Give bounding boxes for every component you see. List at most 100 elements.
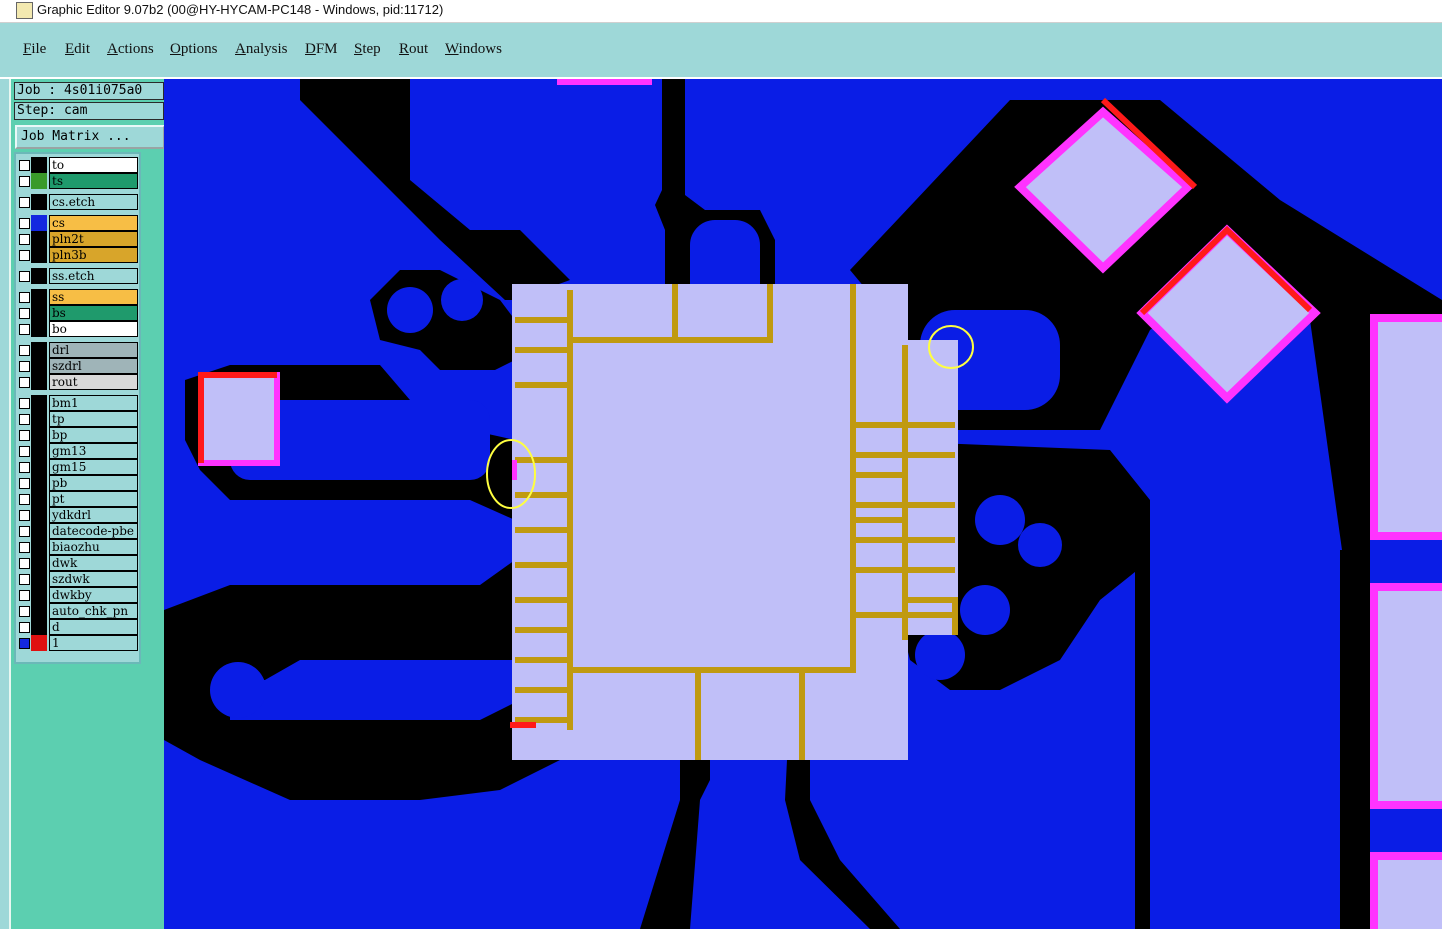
layer-checkbox[interactable] — [19, 218, 30, 229]
layer-checkbox[interactable] — [19, 160, 30, 171]
layer-checkbox[interactable] — [19, 494, 30, 505]
layer-name[interactable]: bp — [49, 427, 138, 443]
layer-row[interactable]: bo — [16, 321, 138, 337]
layer-name[interactable]: gm13 — [49, 443, 138, 459]
layer-checkbox[interactable] — [19, 345, 30, 356]
layer-name[interactable]: rout — [49, 374, 138, 390]
layer-row[interactable]: drl — [16, 342, 138, 358]
layer-checkbox[interactable] — [19, 510, 30, 521]
layer-name[interactable]: d — [49, 619, 138, 635]
layer-row[interactable]: gm15 — [16, 459, 138, 475]
layer-name[interactable]: cs.etch — [49, 194, 138, 210]
layer-checkbox[interactable] — [19, 542, 30, 553]
menu-step[interactable]: Step — [354, 41, 381, 58]
layer-row[interactable]: tp — [16, 411, 138, 427]
layer-row[interactable]: dwk — [16, 555, 138, 571]
layer-name[interactable]: bs — [49, 305, 138, 321]
layer-name[interactable]: szdrl — [49, 358, 138, 374]
layer-name[interactable]: pln3b — [49, 247, 138, 263]
layer-row[interactable]: ts — [16, 173, 138, 189]
layer-name[interactable]: cs — [49, 215, 138, 231]
layer-row[interactable]: datecode-pbe — [16, 523, 138, 539]
layer-row[interactable]: cs — [16, 215, 138, 231]
layer-name[interactable]: pt — [49, 491, 138, 507]
layer-checkbox[interactable] — [19, 462, 30, 473]
layer-checkbox[interactable] — [19, 292, 30, 303]
menu-analysis[interactable]: Analysis — [235, 41, 288, 58]
layer-checkbox[interactable] — [19, 398, 30, 409]
layer-color-swatch — [31, 539, 47, 555]
layer-name[interactable]: ydkdrl — [49, 507, 138, 523]
layer-row[interactable]: dwkby — [16, 587, 138, 603]
layer-checkbox[interactable] — [19, 197, 30, 208]
layer-checkbox[interactable] — [19, 250, 30, 261]
layer-name[interactable]: tp — [49, 411, 138, 427]
layer-row[interactable]: bm1 — [16, 395, 138, 411]
layer-checkbox[interactable] — [19, 622, 30, 633]
layer-checkbox[interactable] — [19, 590, 30, 601]
layer-row[interactable]: ss — [16, 289, 138, 305]
layer-row[interactable]: 1 — [16, 635, 138, 651]
layer-checkbox[interactable] — [19, 308, 30, 319]
layer-row[interactable]: to — [16, 157, 138, 173]
layer-checkbox[interactable] — [19, 606, 30, 617]
layer-name[interactable]: biaozhu — [49, 539, 138, 555]
layer-checkbox[interactable] — [19, 526, 30, 537]
graphic-canvas[interactable] — [164, 79, 1442, 929]
layer-row[interactable]: d — [16, 619, 138, 635]
layer-row[interactable]: cs.etch — [16, 194, 138, 210]
menu-file[interactable]: File — [23, 41, 46, 58]
layer-checkbox[interactable] — [19, 324, 30, 335]
layer-name[interactable]: bm1 — [49, 395, 138, 411]
layer-row[interactable]: bp — [16, 427, 138, 443]
layer-checkbox[interactable] — [19, 234, 30, 245]
layer-name[interactable]: szdwk — [49, 571, 138, 587]
layer-checkbox[interactable] — [19, 430, 30, 441]
layer-name[interactable]: ts — [49, 173, 138, 189]
layer-row[interactable]: pb — [16, 475, 138, 491]
layer-row[interactable]: pln2t — [16, 231, 138, 247]
layer-checkbox[interactable] — [19, 574, 30, 585]
layer-name[interactable]: dwk — [49, 555, 138, 571]
menu-options[interactable]: Options — [170, 41, 218, 58]
layer-name[interactable]: auto_chk_pn — [49, 603, 138, 619]
layer-checkbox[interactable] — [19, 558, 30, 569]
layer-checkbox[interactable] — [19, 361, 30, 372]
menu-dfm[interactable]: DFM — [305, 41, 338, 58]
layer-row[interactable]: bs — [16, 305, 138, 321]
layer-checkbox[interactable] — [19, 446, 30, 457]
layer-row[interactable]: gm13 — [16, 443, 138, 459]
menu-rout[interactable]: Rout — [399, 41, 428, 58]
layer-name[interactable]: drl — [49, 342, 138, 358]
layer-checkbox[interactable] — [19, 271, 30, 282]
layer-checkbox[interactable] — [19, 414, 30, 425]
layer-name[interactable]: ss.etch — [49, 268, 138, 284]
layer-name[interactable]: pb — [49, 475, 138, 491]
menu-actions[interactable]: Actions — [107, 41, 154, 58]
layer-name[interactable]: to — [49, 157, 138, 173]
layer-row[interactable]: pt — [16, 491, 138, 507]
layer-row[interactable]: ss.etch — [16, 268, 138, 284]
layer-row[interactable]: auto_chk_pn — [16, 603, 138, 619]
layer-row[interactable]: pln3b — [16, 247, 138, 263]
layer-name[interactable]: datecode-pbe — [49, 523, 138, 539]
layer-name[interactable]: gm15 — [49, 459, 138, 475]
layer-name[interactable]: pln2t — [49, 231, 138, 247]
menu-windows[interactable]: Windows — [445, 41, 502, 58]
layer-row[interactable]: szdwk — [16, 571, 138, 587]
layer-checkbox[interactable] — [19, 638, 30, 649]
layer-row[interactable]: biaozhu — [16, 539, 138, 555]
layer-checkbox[interactable] — [19, 176, 30, 187]
job-matrix-button[interactable]: Job Matrix ... — [15, 125, 165, 149]
menu-edit[interactable]: Edit — [65, 41, 90, 58]
layer-row[interactable]: ydkdrl — [16, 507, 138, 523]
layer-row[interactable]: rout — [16, 374, 138, 390]
layer-checkbox[interactable] — [19, 478, 30, 489]
layer-name[interactable]: bo — [49, 321, 138, 337]
layer-name[interactable]: 1 — [49, 635, 138, 651]
layer-row[interactable]: szdrl — [16, 358, 138, 374]
layer-color-swatch — [31, 289, 47, 305]
layer-name[interactable]: ss — [49, 289, 138, 305]
layer-checkbox[interactable] — [19, 377, 30, 388]
layer-name[interactable]: dwkby — [49, 587, 138, 603]
